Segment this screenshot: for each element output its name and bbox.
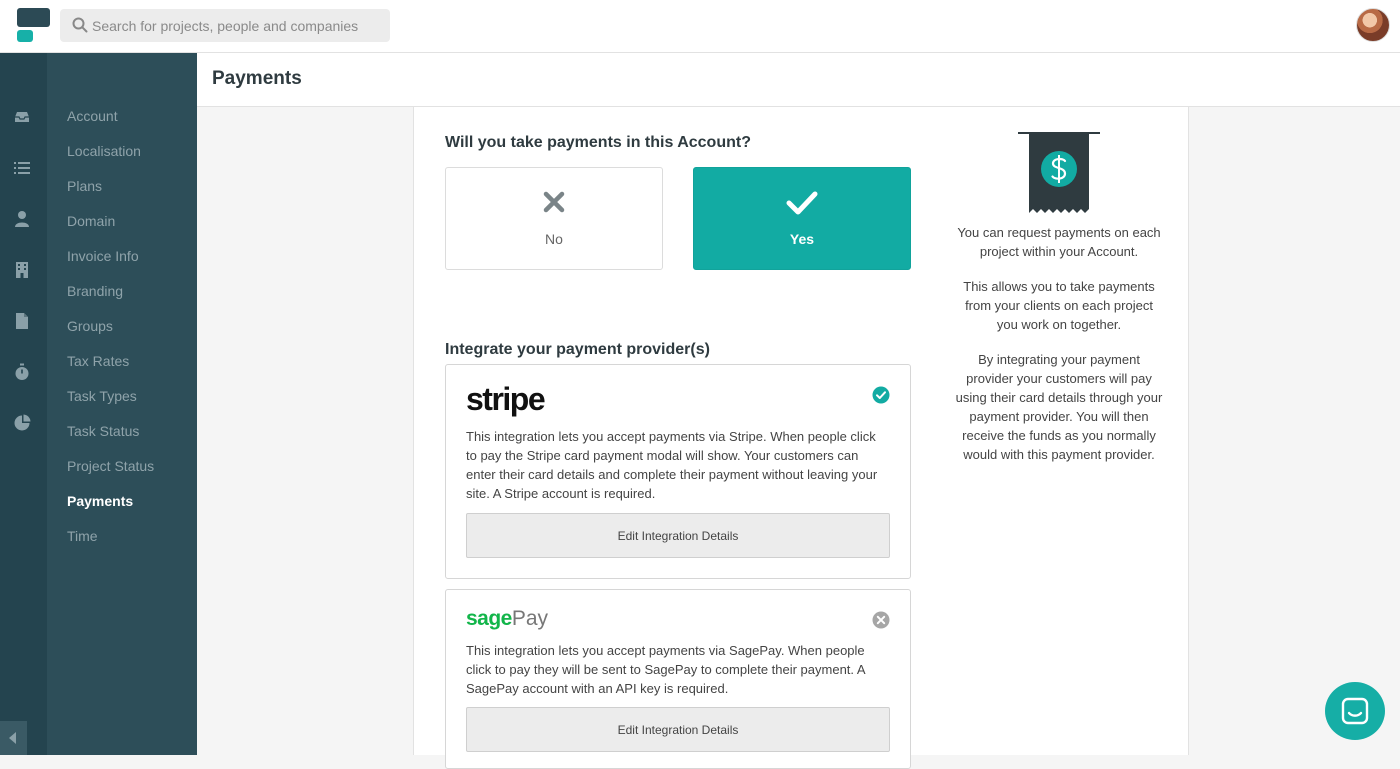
pie-chart-icon[interactable] bbox=[13, 414, 31, 432]
logo-bottom-block bbox=[17, 30, 33, 42]
sagepay-integration-card: sagePay This integration lets you accept… bbox=[445, 589, 911, 769]
take-payments-question: Will you take payments in this Account? bbox=[445, 134, 751, 151]
remove-circle-icon[interactable] bbox=[872, 611, 890, 629]
sagepay-logo: sagePay bbox=[466, 607, 548, 631]
stripe-logo: stripe bbox=[466, 381, 546, 417]
nav-item-tax-rates[interactable]: Tax Rates bbox=[67, 353, 129, 369]
receipt-dollar-icon bbox=[1018, 132, 1100, 213]
checkmark-icon bbox=[786, 191, 818, 215]
info-paragraph-1: You can request payments on each project… bbox=[957, 225, 1161, 259]
nav-item-payments[interactable]: Payments bbox=[67, 493, 133, 509]
integrations-heading: Integrate your payment provider(s) bbox=[445, 341, 710, 358]
search-icon bbox=[72, 17, 88, 33]
chat-launcher-button[interactable] bbox=[1325, 682, 1385, 740]
inbox-icon[interactable] bbox=[13, 108, 31, 126]
sagepay-description: This integration lets you accept payment… bbox=[466, 643, 865, 696]
nav-item-localisation[interactable]: Localisation bbox=[67, 143, 141, 159]
info-paragraph-2: This allows you to take payments from yo… bbox=[963, 279, 1155, 332]
close-icon bbox=[543, 191, 565, 213]
nav-item-task-types[interactable]: Task Types bbox=[67, 388, 137, 404]
list-icon[interactable] bbox=[13, 159, 31, 177]
nav-item-branding[interactable]: Branding bbox=[67, 283, 123, 299]
stripe-description: This integration lets you accept payment… bbox=[466, 429, 878, 501]
app-logo[interactable] bbox=[17, 8, 50, 42]
stopwatch-icon[interactable] bbox=[13, 363, 31, 381]
icon-rail bbox=[0, 53, 47, 755]
nav-item-project-status[interactable]: Project Status bbox=[67, 458, 154, 474]
building-icon[interactable] bbox=[13, 261, 31, 279]
chat-icon bbox=[1341, 697, 1369, 725]
check-circle-icon[interactable] bbox=[872, 386, 890, 404]
nav-item-account[interactable]: Account bbox=[67, 108, 118, 124]
no-option-label: No bbox=[545, 231, 563, 247]
payments-info: You can request payments on each project… bbox=[954, 131, 1164, 480]
nav-item-domain[interactable]: Domain bbox=[67, 213, 115, 229]
search-bar[interactable] bbox=[60, 9, 390, 42]
user-avatar[interactable] bbox=[1356, 8, 1390, 42]
nav-item-plans[interactable]: Plans bbox=[67, 178, 102, 194]
person-icon[interactable] bbox=[13, 210, 31, 228]
yes-option-label: Yes bbox=[789, 231, 815, 247]
top-bar bbox=[0, 0, 1400, 53]
stripe-integration-card: stripe This integration lets you accept … bbox=[445, 364, 911, 579]
sagepay-logo-pay: Pay bbox=[511, 607, 549, 630]
nav-item-invoice-info[interactable]: Invoice Info bbox=[67, 248, 139, 264]
info-paragraph-3: By integrating your payment provider you… bbox=[955, 352, 1163, 462]
no-option-button[interactable]: No bbox=[445, 167, 663, 270]
page-title: Payments bbox=[212, 68, 302, 89]
collapse-left-icon bbox=[9, 732, 16, 744]
sagepay-logo-sage: sage bbox=[466, 607, 512, 630]
sagepay-edit-integration-button[interactable]: Edit Integration Details bbox=[466, 707, 890, 752]
collapse-sidebar-button[interactable] bbox=[0, 721, 27, 755]
document-icon[interactable] bbox=[13, 312, 31, 330]
search-input[interactable] bbox=[92, 9, 382, 42]
yes-option-button[interactable]: Yes bbox=[693, 167, 911, 270]
nav-item-time[interactable]: Time bbox=[67, 528, 98, 544]
page-header: Payments bbox=[197, 53, 1400, 107]
nav-item-groups[interactable]: Groups bbox=[67, 318, 113, 334]
nav-item-task-status[interactable]: Task Status bbox=[67, 423, 139, 439]
settings-nav: Account Localisation Plans Domain Invoic… bbox=[47, 53, 197, 755]
stripe-edit-integration-button[interactable]: Edit Integration Details bbox=[466, 513, 890, 558]
logo-top-block bbox=[17, 8, 50, 27]
payments-panel: Will you take payments in this Account? … bbox=[413, 107, 1189, 769]
